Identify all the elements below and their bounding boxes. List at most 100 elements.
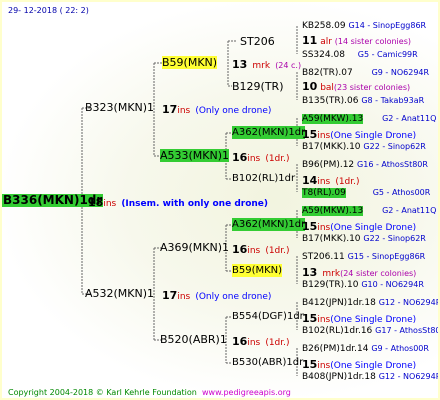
g4-mid-1: alr — [320, 37, 332, 47]
g4-row-12: ST206.11 G15 - SinopEgg86R — [302, 250, 425, 264]
pedigree-chart: 29- 12-2018 ( 22: 2) B336(MKN)1dr 18ins … — [0, 0, 440, 400]
g2-ins-2: ins — [247, 246, 261, 256]
g1-info-1: 17ins (Only one drone) — [162, 287, 271, 304]
g4-tag-11: G22 - Sinop62R — [363, 234, 426, 243]
g4-row-14: B412(JPN)1dr.18 G12 - NO6294R — [302, 296, 440, 310]
g1-queen-0[interactable]: B323(MKN)1 — [85, 101, 154, 114]
g2-info-2: 16ins (1dr.) — [232, 241, 290, 258]
g1-ins-0: ins — [177, 106, 191, 116]
g4-queen-13[interactable]: B129(TR).10 — [302, 280, 358, 290]
g4-queen-1[interactable]: 11 — [302, 34, 317, 47]
g4-row-8: B96(PM).12 G16 - AthosSt80R — [302, 158, 428, 172]
g4-tag-8: G16 - AthosSt80R — [357, 160, 428, 169]
g4-row-9: T8(RL).09 G5 - Athos00R — [302, 186, 430, 200]
g4-tag-9: G5 - Athos00R — [372, 188, 431, 197]
g4-row-5: B135(TR).06 G8 - Takab93aR — [302, 94, 424, 108]
print-date: 29- 12-2018 ( 22: 2) — [8, 6, 89, 15]
g3-queen-3[interactable]: B102(RL)1dr — [232, 172, 295, 185]
g4-row-11: B17(MKK).10 G22 - Sinop62R — [302, 232, 426, 246]
g4-tag-13: G10 - NO6294R — [361, 280, 424, 289]
g2-queen-3[interactable]: B520(ABR)1 — [160, 333, 227, 346]
g1-info-0: 17ins (Only one drone) — [162, 101, 271, 118]
g2-count-2: 16 — [232, 243, 248, 256]
g2-info-0: 13 mrk (24 c.) — [232, 56, 301, 73]
g2-note-3: (1dr.) — [265, 338, 290, 348]
copyright: Copyright 2004-2018 © Karl Kehrle Founda… — [8, 388, 197, 397]
g4-queen-11[interactable]: B17(MKK).10 — [302, 234, 361, 244]
g4-tag-12: G15 - SinopEgg86R — [347, 252, 426, 261]
g4-queen-15[interactable]: B102(RL)1dr.16 — [302, 326, 372, 336]
g4-row-13: B129(TR).10 G10 - NO6294R — [302, 278, 424, 292]
root-ins: ins — [103, 199, 117, 209]
root-count: 18 — [88, 196, 104, 209]
g2-count-0: 13 — [232, 58, 248, 71]
g4-tag-1: (14 sister colonies) — [334, 37, 411, 46]
g4-queen-2[interactable]: SS324.08 — [302, 50, 345, 60]
g4-row-7: B17(MKK).10 G22 - Sinop62R — [302, 140, 426, 154]
g4-row-6: A59(MKW).13 G2 - Anat11Q — [302, 112, 436, 126]
g4-queen-8[interactable]: B96(PM).12 — [302, 160, 354, 170]
g2-ins-0: mrk — [252, 61, 271, 71]
root-info: 18ins (Insem. with only one drone) — [88, 194, 268, 211]
g3-queen-7[interactable]: B530(ABR)1dr — [232, 356, 303, 369]
g2-note-1: (1dr.) — [265, 154, 290, 164]
g3-note-5: (24 sister colonies) — [340, 269, 417, 278]
g4-tag-0: G14 - SinopEgg86R — [348, 21, 427, 30]
g3-queen-5[interactable]: B59(MKN) — [232, 264, 283, 277]
g4-row-4: 10 bal(23 sister colonies) — [302, 80, 410, 95]
g4-row-0: KB258.09 G14 - SinopEgg86R — [302, 19, 426, 33]
g4-queen-3[interactable]: B82(TR).07 — [302, 68, 353, 78]
g1-note-1: (Only one drone) — [195, 292, 272, 302]
g4-row-2: SS324.08 G5 - Camic99R — [302, 48, 418, 62]
g4-tag-5: G8 - Takab93aR — [361, 96, 425, 105]
g4-row-1: 11 alr (14 sister colonies) — [302, 34, 411, 49]
g4-tag-2: G5 - Camic99R — [357, 50, 418, 59]
g4-queen-10[interactable]: A59(MKW).13 — [302, 206, 364, 216]
g3-queen-0[interactable]: ST206 — [240, 35, 275, 48]
g4-tag-15: G17 - AthosSt80R — [375, 326, 440, 335]
g1-ins-1: ins — [177, 292, 191, 302]
g4-queen-5[interactable]: B135(TR).06 — [302, 96, 358, 106]
g4-queen-9[interactable]: T8(RL).09 — [302, 188, 346, 198]
g4-tag-7: G22 - Sinop62R — [363, 142, 426, 151]
g2-count-3: 16 — [232, 335, 248, 348]
g3-queen-6[interactable]: B554(DGF)1dr — [232, 310, 304, 323]
g2-info-1: 16ins (1dr.) — [232, 149, 290, 166]
g3-queen-2[interactable]: A362(MKN)1dr — [232, 126, 306, 139]
g3-queen-1[interactable]: B129(TR) — [232, 80, 284, 93]
g1-note-0: (Only one drone) — [195, 106, 272, 116]
g4-row-17: B408(JPN)1dr.18 G12 - NO6294R — [302, 370, 440, 384]
g4-queen-6[interactable]: A59(MKW).13 — [302, 114, 364, 124]
g4-queen-0[interactable]: KB258.09 — [302, 21, 346, 31]
g4-queen-7[interactable]: B17(MKK).10 — [302, 142, 361, 152]
g4-queen-4[interactable]: 10 — [302, 80, 317, 93]
root-note: (Insem. with only one drone) — [121, 199, 269, 209]
g2-queen-1[interactable]: A533(MKN)1 — [160, 149, 230, 162]
g4-queen-16[interactable]: B26(PM)1dr.14 — [302, 344, 368, 354]
g4-tag-3: G9 - NO6294R — [371, 68, 430, 77]
g4-tag-16: G9 - Athos00R — [371, 344, 429, 353]
g4-row-3: B82(TR).07 G9 - NO6294R — [302, 66, 429, 80]
g1-count-1: 17 — [162, 289, 178, 302]
g4-tag-10: G2 - Anat11Q — [382, 206, 437, 215]
g4-tag-17: G12 - NO6294R — [378, 372, 440, 381]
g2-ins-3: ins — [247, 338, 261, 348]
g2-queen-2[interactable]: A369(MKN)1 — [160, 241, 229, 254]
g2-count-1: 16 — [232, 151, 248, 164]
g2-info-3: 16ins (1dr.) — [232, 333, 290, 350]
g4-queen-14[interactable]: B412(JPN)1dr.18 — [302, 298, 376, 308]
g4-queen-17[interactable]: B408(JPN)1dr.18 — [302, 372, 376, 382]
g4-row-15: B102(RL)1dr.16 G17 - AthosSt80R — [302, 324, 440, 338]
g4-tag-6: G2 - Anat11Q — [382, 114, 437, 123]
g2-note-2: (1dr.) — [265, 246, 290, 256]
g4-tag-4: (23 sister colonies) — [333, 83, 411, 92]
g2-queen-0[interactable]: B59(MKN) — [162, 56, 218, 69]
site-url[interactable]: www.pedigreeapis.org — [202, 386, 291, 398]
g4-row-16: B26(PM)1dr.14 G9 - Athos00R — [302, 342, 429, 356]
g1-count-0: 17 — [162, 103, 178, 116]
g3-queen-4[interactable]: A362(MKN)1dr — [232, 218, 306, 231]
g1-queen-1[interactable]: A532(MKN)1 — [85, 287, 154, 300]
g4-queen-12[interactable]: ST206.11 — [302, 252, 345, 262]
g2-note-0: (24 c.) — [275, 61, 302, 70]
g4-tag-14: G12 - NO6294R — [378, 298, 440, 307]
